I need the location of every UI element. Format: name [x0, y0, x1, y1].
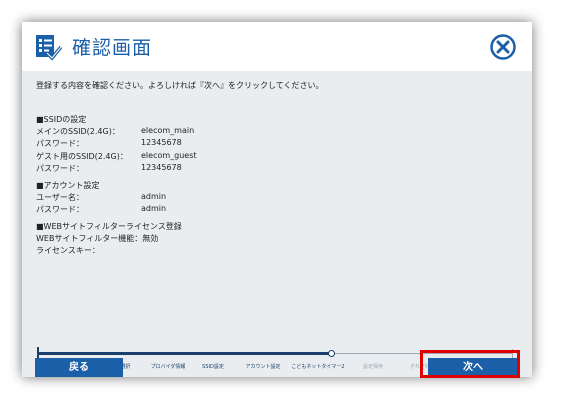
ssid-guest-password-value: 12345678	[141, 163, 182, 172]
ssid-main-password-value: 12345678	[141, 138, 182, 147]
filter-section-heading: ■WEBサイトフィルターライセンス登録	[36, 222, 182, 231]
account-password-label: パスワード：	[36, 205, 84, 214]
progress-step-7: 設定保存	[362, 364, 384, 370]
ssid-guest-password-label: パスワード：	[36, 164, 84, 173]
confirm-content: 登録する内容を確認ください。よろしければ『次へ』をクリックしてください。 ■SS…	[22, 71, 532, 377]
filter-status-label: WEBサイトフィルター機能：無効	[36, 234, 159, 243]
account-username-label: ユーザー名：	[36, 193, 84, 202]
license-key-label: ライセンスキー：	[36, 246, 100, 255]
ssid-section-heading: ■SSIDの設定	[36, 115, 87, 124]
back-button[interactable]: 戻る	[35, 358, 123, 377]
account-password-value: admin	[141, 204, 167, 213]
ssid-main-password-label: パスワード：	[36, 139, 84, 148]
progress-step-4: SSID設定	[202, 364, 224, 370]
dialog-title: 確認画面	[72, 37, 153, 59]
progress-step-3: プロバイダ情報	[150, 364, 186, 370]
intro-text: 登録する内容を確認ください。よろしければ『次へ』をクリックしてください。	[36, 81, 324, 90]
account-section-heading: ■アカウント設定	[36, 181, 100, 190]
progress-step-6: こどもネットタイマー2	[291, 364, 345, 370]
checklist-icon	[36, 35, 62, 61]
progress-step-5: アカウント設定	[245, 364, 281, 370]
next-button-highlight	[420, 350, 520, 378]
progress-current-marker	[328, 350, 335, 357]
progress-fill	[38, 352, 333, 355]
ssid-guest-value: elecom_guest	[141, 151, 197, 160]
close-icon[interactable]	[490, 34, 516, 60]
dialog-header: 確認画面	[22, 22, 532, 71]
ssid-main-label: メインのSSID(2.4G)：	[36, 127, 120, 136]
confirm-dialog: 確認画面 登録する内容を確認ください。よろしければ『次へ』をクリックしてください…	[22, 22, 532, 377]
account-username-value: admin	[141, 192, 167, 201]
ssid-guest-label: ゲスト用のSSID(2.4G)：	[36, 152, 128, 161]
ssid-main-value: elecom_main	[141, 126, 195, 135]
